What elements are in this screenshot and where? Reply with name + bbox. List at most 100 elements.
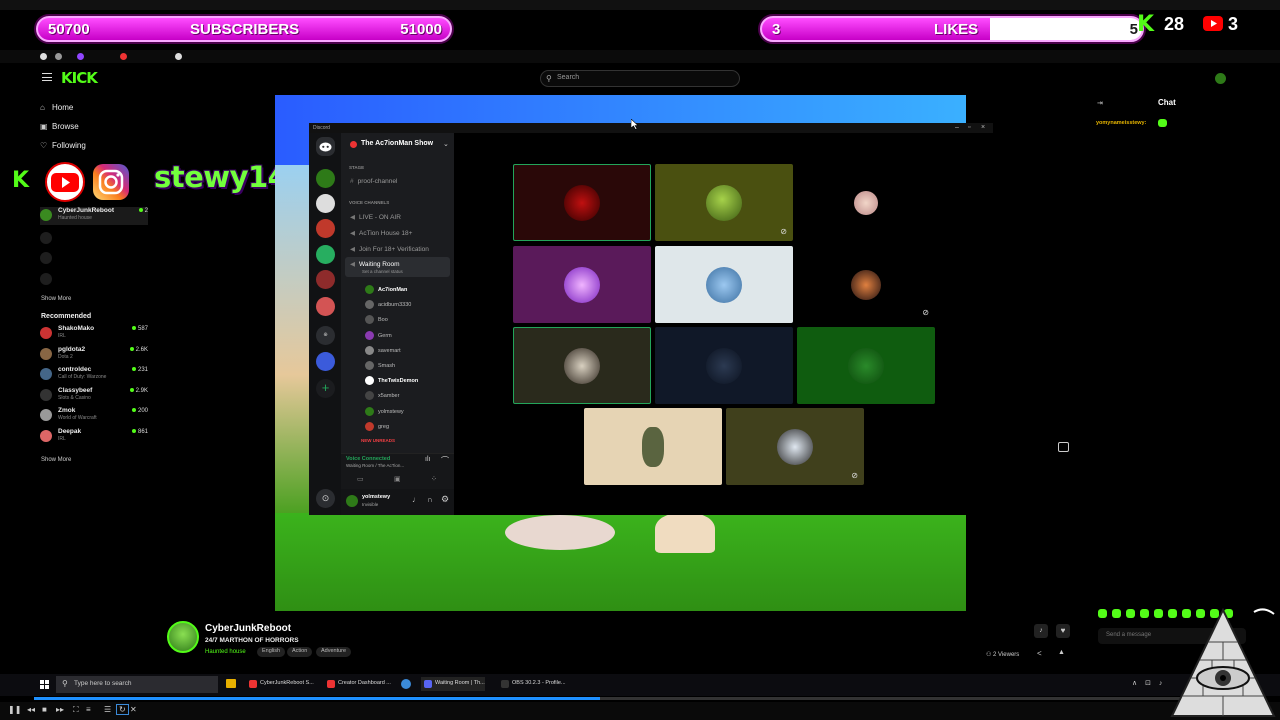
nav-following[interactable]: ♡ Following bbox=[40, 141, 86, 150]
tab-icon[interactable] bbox=[40, 53, 47, 60]
recommended-channel-item[interactable]: Zmok World of Warcraft 200 bbox=[40, 407, 148, 425]
taskbar-app[interactable]: Waiting Room | Th... bbox=[421, 677, 485, 691]
emote-icon[interactable] bbox=[1112, 609, 1121, 618]
system-tray[interactable]: ∧ ⊡ ♪ bbox=[1132, 679, 1165, 687]
voice-location[interactable]: Waiting Room / The AcTion... bbox=[346, 463, 404, 468]
chat-username[interactable]: yomynameisstewy: bbox=[1096, 120, 1146, 126]
server-icon[interactable] bbox=[316, 352, 335, 371]
theatre-mode-icon[interactable] bbox=[1058, 442, 1069, 452]
taskbar-app[interactable]: OBS 30.2.3 - Profile... bbox=[498, 677, 566, 691]
following-channel-item[interactable]: CyberJunkReboot Haunted house 2 bbox=[40, 207, 148, 225]
tab-icon[interactable] bbox=[55, 53, 62, 60]
video-tile[interactable]: ⊘ bbox=[655, 164, 793, 241]
recommended-channel-item[interactable]: Classybeef Slots & Casino 2.9K bbox=[40, 387, 148, 405]
video-tile[interactable] bbox=[797, 327, 935, 404]
username[interactable]: yolmstewy bbox=[362, 494, 390, 500]
playlist-icon[interactable]: ☰ bbox=[104, 705, 111, 714]
windows-start-icon[interactable] bbox=[40, 680, 49, 689]
maximize-icon[interactable]: ▫ bbox=[968, 124, 970, 131]
voice-channel[interactable]: ◀ Join For 18+ Verification bbox=[350, 245, 429, 253]
disconnect-icon[interactable]: ⌒ bbox=[441, 455, 449, 466]
voice-member[interactable]: acidburn3330 bbox=[365, 300, 411, 310]
server-icon[interactable] bbox=[316, 169, 335, 188]
text-channel[interactable]: # proof-channel bbox=[350, 178, 397, 185]
discover-icon[interactable]: ⊙ bbox=[316, 489, 335, 508]
server-name[interactable]: The Ac7ionMan Show bbox=[361, 140, 433, 147]
voice-channel[interactable]: ◀ LIVE - ON AIR bbox=[350, 213, 401, 221]
activities-icon[interactable]: ⁘ bbox=[431, 475, 437, 483]
emote-icon[interactable] bbox=[1140, 609, 1149, 618]
video-tile[interactable] bbox=[797, 164, 935, 241]
voice-member[interactable]: TheTwixDemon bbox=[365, 376, 418, 386]
new-unreads-badge[interactable]: NEW UNREADS bbox=[361, 438, 395, 443]
voice-member[interactable]: yolmstewy bbox=[365, 406, 404, 416]
user-avatar[interactable] bbox=[1215, 73, 1226, 84]
server-icon[interactable] bbox=[316, 297, 335, 316]
stop-icon[interactable]: ■ bbox=[42, 705, 47, 714]
stream-tag[interactable]: Adventure bbox=[316, 647, 352, 657]
user-avatar[interactable] bbox=[346, 495, 358, 507]
loop-icon[interactable]: ↻ bbox=[116, 704, 129, 715]
search-input[interactable]: ⚲ Search bbox=[540, 70, 740, 87]
emote-icon[interactable] bbox=[1098, 609, 1107, 618]
video-tile[interactable] bbox=[584, 408, 722, 485]
kick-logo[interactable]: KICK bbox=[61, 69, 98, 87]
tab-icon[interactable] bbox=[175, 53, 182, 60]
close-icon[interactable]: × bbox=[981, 124, 985, 131]
tab-icon[interactable] bbox=[77, 53, 84, 60]
settings-gear-icon[interactable]: ⚙ bbox=[441, 494, 449, 505]
shuffle-icon[interactable]: ✕ bbox=[130, 705, 137, 714]
video-tile[interactable] bbox=[513, 327, 651, 404]
voice-member[interactable]: Germ bbox=[365, 330, 392, 340]
emote-icon[interactable] bbox=[1154, 609, 1163, 618]
voice-member[interactable]: x5amber bbox=[365, 391, 399, 401]
signal-icon[interactable]: ılı bbox=[425, 456, 430, 463]
channel-avatar[interactable] bbox=[167, 621, 199, 653]
follow-heart-icon[interactable]: ♥ bbox=[1056, 624, 1070, 638]
collapse-chat-icon[interactable]: ⇥ bbox=[1097, 99, 1103, 107]
stream-category[interactable]: Haunted house bbox=[205, 649, 246, 655]
chevron-up-icon[interactable]: ▲ bbox=[1058, 649, 1065, 656]
voice-member[interactable]: Boo bbox=[365, 315, 388, 325]
previous-icon[interactable]: ◂◂ bbox=[27, 705, 35, 714]
tab-icon[interactable] bbox=[120, 53, 127, 60]
share-icon[interactable]: < bbox=[1037, 649, 1042, 658]
recommended-channel-item[interactable]: pgldota2 Dota 2 2.6K bbox=[40, 346, 148, 364]
pause-icon[interactable]: ❚❚ bbox=[8, 705, 21, 714]
video-tile[interactable] bbox=[655, 327, 793, 404]
taskbar-app[interactable]: CyberJunkReboot S... bbox=[246, 677, 314, 691]
server-icon[interactable] bbox=[316, 194, 335, 213]
notification-bell-icon[interactable]: ♪ bbox=[1034, 624, 1048, 638]
show-more-recommended[interactable]: Show More bbox=[41, 457, 71, 463]
recommended-channel-item[interactable]: controldec Call of Duty: Warzone 231 bbox=[40, 366, 148, 384]
headphones-icon[interactable]: ∩ bbox=[427, 495, 433, 504]
video-tile[interactable]: ⊘ bbox=[726, 408, 864, 485]
following-channel-offline[interactable] bbox=[40, 271, 148, 289]
voice-member[interactable]: Smash bbox=[365, 361, 395, 370]
following-channel-offline[interactable] bbox=[40, 230, 148, 248]
channel-name[interactable]: CyberJunkReboot bbox=[205, 623, 291, 634]
following-channel-offline[interactable] bbox=[40, 250, 148, 268]
add-server-icon[interactable]: + bbox=[316, 379, 335, 398]
channel-status[interactable]: Set a channel status bbox=[362, 269, 403, 274]
voice-member[interactable]: Ac7ionMan bbox=[365, 285, 407, 294]
voice-member[interactable]: savemart bbox=[365, 345, 401, 355]
video-progress-bar[interactable] bbox=[34, 697, 1238, 700]
nav-home[interactable]: ⌂ Home bbox=[40, 103, 73, 112]
server-icon[interactable] bbox=[316, 245, 335, 264]
fullscreen-icon[interactable]: ⛶ bbox=[73, 705, 79, 715]
recommended-channel-item[interactable]: Deepak IRL 861 bbox=[40, 428, 148, 446]
channel-category[interactable]: STAGE bbox=[349, 165, 364, 170]
minimize-icon[interactable]: – bbox=[955, 124, 959, 131]
taskbar-app[interactable]: Creator Dashboard ... bbox=[324, 677, 391, 691]
taskbar-search[interactable]: ⚲ Type here to search bbox=[56, 676, 218, 693]
menu-icon[interactable] bbox=[42, 73, 52, 81]
show-more-following[interactable]: Show More bbox=[41, 296, 71, 302]
video-tile[interactable] bbox=[513, 164, 651, 241]
steam-icon[interactable] bbox=[401, 679, 411, 689]
server-icon[interactable] bbox=[316, 270, 335, 289]
video-tile[interactable]: ⊘ bbox=[797, 246, 935, 323]
server-icon[interactable] bbox=[316, 219, 335, 238]
screen-share-icon[interactable]: ▣ bbox=[394, 475, 401, 483]
video-tile[interactable] bbox=[513, 246, 651, 323]
